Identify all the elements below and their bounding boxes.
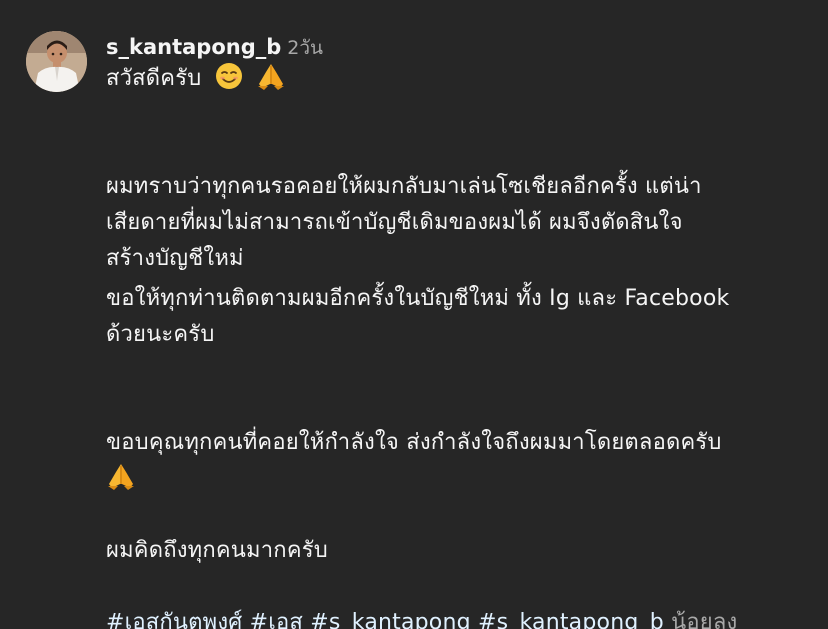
username-link[interactable]: s_kantapong_b [106, 35, 281, 59]
post-header: s_kantapong_b 2วัน [106, 33, 818, 61]
paragraph-1-line-2: เสียดายที่ผมไม่สามารถเข้าบัญชีเดิมของผมไ… [106, 210, 683, 235]
timestamp: 2วัน [287, 37, 324, 59]
folded-hands-icon [106, 462, 136, 502]
paragraph-1-line-1: ผมทราบว่าทุกคนรอคอยให้ผมกลับมาเล่นโซเชีย… [106, 174, 702, 199]
caption-text: สวัสดีครับ ผมทราบว่าทุกคนรอคอยให้ผมกลับม… [106, 61, 818, 629]
paragraph-3-line-2 [106, 461, 818, 497]
smiling-face-icon [215, 62, 243, 102]
paragraph-2-line-1: ขอให้ทุกท่านติดตามผมอีกครั้งในบัญชีใหม่ … [106, 286, 730, 311]
paragraph-1-line-3: สร้างบัญชีใหม่ [106, 246, 244, 271]
post-caption: s_kantapong_b 2วัน สวัสดีครับ ผมทราบว่าท… [106, 33, 818, 629]
avatar[interactable] [26, 31, 87, 92]
hashtag-line: #เอสกันตพงศ์ #เอส #s_kantapong #s_kantap… [106, 605, 818, 629]
paragraph-2-line-2: ด้วยนะครับ [106, 322, 215, 347]
hashtag-link[interactable]: #เอสกันตพงศ์ [106, 610, 242, 629]
folded-hands-icon [256, 62, 286, 102]
hashtag-link[interactable]: #s_kantapong [310, 610, 471, 629]
greeting-line: สวัสดีครับ [106, 61, 818, 97]
paragraph-3-line-1: ขอบคุณทุกคนที่คอยให้กำลังใจ ส่งกำลังใจถึ… [106, 430, 722, 455]
show-less-link[interactable]: น้อยลง [671, 610, 737, 629]
hashtag-link[interactable]: #s_kantapong_b [478, 610, 664, 629]
profile-photo [26, 31, 87, 92]
greeting-text: สวัสดีครับ [106, 66, 202, 91]
paragraph-4: ผมคิดถึงทุกคนมากครับ [106, 538, 328, 563]
hashtag-link[interactable]: #เอส [250, 610, 303, 629]
